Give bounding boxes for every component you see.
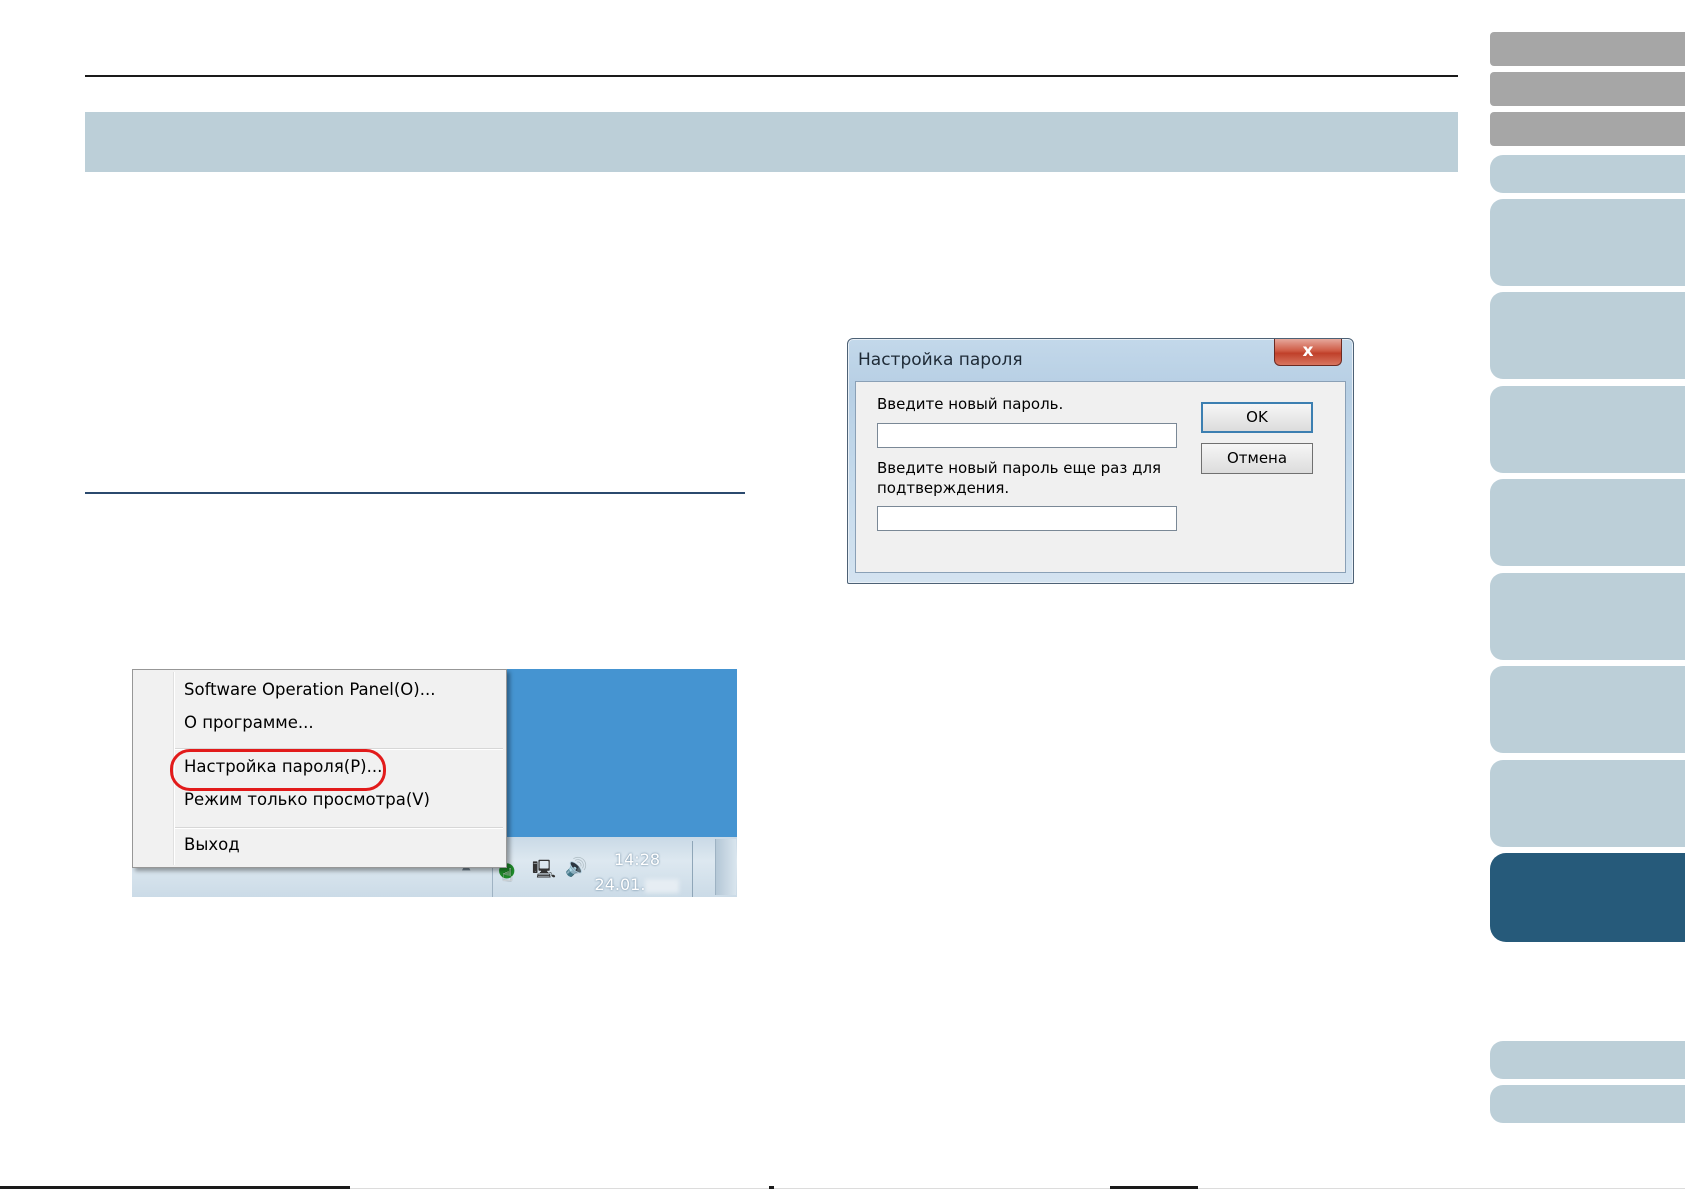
- confirm-password-field[interactable]: [877, 506, 1177, 531]
- new-password-field[interactable]: [877, 423, 1177, 448]
- side-tab-10[interactable]: [1490, 666, 1685, 753]
- footer-mark: [0, 1186, 350, 1189]
- clock-year-blur: [645, 878, 680, 893]
- menu-item-view-only-mode[interactable]: Режим только просмотра(V): [184, 790, 430, 809]
- header-rule: [85, 75, 1458, 77]
- menu-item-software-operation-panel[interactable]: Software Operation Panel(O)...: [184, 680, 435, 699]
- taskbar-clock[interactable]: 14:28 24.01.: [572, 847, 702, 897]
- side-tab-11[interactable]: [1490, 760, 1685, 847]
- confirm-password-label: Введите новый пароль еще раз для подтвер…: [877, 458, 1161, 498]
- new-password-label: Введите новый пароль.: [877, 395, 1064, 413]
- side-tab-2[interactable]: [1490, 72, 1685, 106]
- side-tab-5[interactable]: [1490, 199, 1685, 286]
- side-tab-6[interactable]: [1490, 292, 1685, 379]
- footer-mark: [1110, 1186, 1198, 1189]
- show-desktop-button[interactable]: [715, 839, 736, 895]
- taskbar-divider: [692, 841, 693, 897]
- confirm-password-label-line2: подтверждения.: [877, 479, 1010, 497]
- network-icon[interactable]: 🖳: [532, 857, 556, 887]
- close-icon[interactable]: x: [1274, 339, 1342, 366]
- side-tab-active[interactable]: [1490, 853, 1685, 942]
- subsection-rule: [85, 492, 745, 494]
- side-tab-bottom-1[interactable]: [1490, 1041, 1685, 1079]
- password-settings-dialog: Настройка пароля x Введите новый пароль.…: [847, 338, 1354, 584]
- confirm-password-label-line1: Введите новый пароль еще раз для: [877, 459, 1162, 477]
- menu-item-about[interactable]: О программе...: [184, 713, 314, 732]
- highlight-oval: [170, 749, 386, 791]
- side-tab-4[interactable]: [1490, 155, 1685, 193]
- clock-date: 24.01.: [594, 875, 646, 894]
- menu-separator: [175, 827, 503, 829]
- taskbar-screenshot: ▲ ● ☝ 🖳 🔊 14:28 24.01. Software Operatio…: [132, 669, 737, 897]
- side-tab-3[interactable]: [1490, 112, 1685, 146]
- clock-time: 14:28: [613, 850, 661, 869]
- dialog-title: Настройка пароля: [858, 350, 1023, 370]
- hand-cursor-icon: ☝: [502, 865, 513, 886]
- footer-mark: [769, 1186, 774, 1189]
- side-tab-bottom-2[interactable]: [1490, 1085, 1685, 1123]
- menu-item-exit[interactable]: Выход: [184, 835, 240, 854]
- side-tab-7[interactable]: [1490, 386, 1685, 473]
- section-title-band: [85, 112, 1458, 172]
- side-tab-1[interactable]: [1490, 32, 1685, 66]
- cancel-button[interactable]: Отмена: [1201, 443, 1313, 474]
- ok-button[interactable]: OK: [1201, 402, 1313, 433]
- tray-context-menu: Software Operation Panel(O)... О програм…: [132, 669, 507, 868]
- side-tab-9[interactable]: [1490, 573, 1685, 660]
- side-tab-8[interactable]: [1490, 479, 1685, 566]
- dialog-body: Введите новый пароль. Введите новый паро…: [855, 381, 1346, 573]
